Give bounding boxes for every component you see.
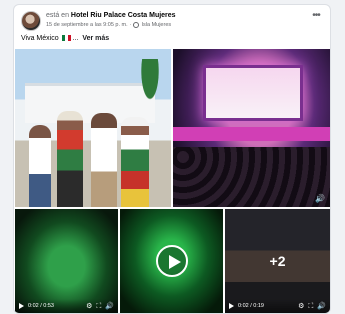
- person: [91, 113, 117, 207]
- gear-icon[interactable]: ⚙: [86, 303, 92, 310]
- fullscreen-icon[interactable]: ⛶: [308, 303, 313, 310]
- person: [57, 111, 83, 207]
- post-meta: 15 de septiembre a las 9:05 p. m. · Isla…: [46, 22, 172, 28]
- location-link[interactable]: Isla Mujeres: [141, 22, 171, 28]
- more-media-count: +2: [269, 253, 286, 269]
- palm-tree: [135, 59, 165, 119]
- volume-icon[interactable]: 🔊: [317, 303, 326, 310]
- photo-group[interactable]: [15, 49, 171, 207]
- volume-icon[interactable]: 🔊: [315, 194, 325, 203]
- more-media-overlay[interactable]: +2: [225, 209, 330, 313]
- status-text: está en: [46, 12, 69, 19]
- timestamp[interactable]: 15 de septiembre a las 9:05 p. m.: [46, 22, 128, 28]
- person: [29, 125, 51, 207]
- caption-ellipsis: ...: [72, 35, 79, 42]
- post-card: está en Hotel Riu Palace Costa Mujeres 1…: [13, 4, 331, 314]
- fullscreen-icon[interactable]: ⛶: [96, 303, 101, 310]
- place-link[interactable]: Hotel Riu Palace Costa Mujeres: [71, 12, 176, 19]
- more-options-button[interactable]: •••: [308, 11, 324, 23]
- video-thumb-2[interactable]: [120, 209, 223, 313]
- play-icon[interactable]: [155, 245, 188, 277]
- caption-text: Viva México: [21, 35, 59, 42]
- post-status-line: está en Hotel Riu Palace Costa Mujeres: [46, 12, 176, 19]
- stage-screen: [203, 65, 303, 121]
- volume-icon[interactable]: 🔊: [105, 303, 114, 310]
- audience: [173, 147, 330, 207]
- globe-icon: [133, 22, 140, 28]
- post-caption: Viva México ... Ver más: [21, 35, 109, 42]
- video-controls: 0:02 / 0:53 ⚙ ⛶ 🔊: [15, 299, 118, 313]
- video-thumb-3[interactable]: +2 0:02 / 0:19 ⚙ ⛶ 🔊: [225, 209, 330, 313]
- video-time: 0:02 / 0:53: [28, 303, 54, 309]
- video-thumb-1[interactable]: 0:02 / 0:53 ⚙ ⛶ 🔊: [15, 209, 118, 313]
- gear-icon[interactable]: ⚙: [298, 303, 304, 310]
- play-icon[interactable]: [229, 303, 234, 309]
- person: [121, 117, 149, 207]
- play-icon[interactable]: [19, 303, 24, 309]
- video-stage-show[interactable]: 🔊: [173, 49, 330, 207]
- video-controls: 0:02 / 0:19 ⚙ ⛶ 🔊: [225, 299, 330, 313]
- video-time: 0:02 / 0:19: [238, 303, 264, 309]
- mexico-flag-icon: [61, 35, 71, 42]
- post-header: está en Hotel Riu Palace Costa Mujeres 1…: [14, 5, 330, 33]
- avatar[interactable]: [21, 11, 41, 31]
- stage: [173, 127, 330, 141]
- see-more-link[interactable]: Ver más: [82, 35, 109, 42]
